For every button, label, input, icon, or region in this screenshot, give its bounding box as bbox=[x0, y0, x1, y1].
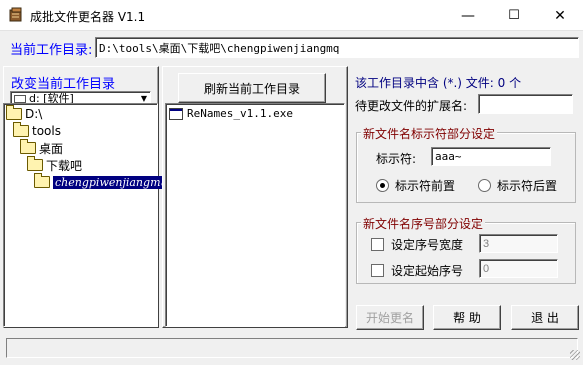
minimize-button[interactable]: — bbox=[445, 0, 491, 31]
close-button[interactable]: ✕ bbox=[537, 0, 583, 31]
tree-item[interactable]: 下载吧 bbox=[27, 156, 83, 173]
seq-start-option[interactable]: 设定起始序号 bbox=[371, 262, 463, 279]
seq-start-input[interactable] bbox=[479, 259, 558, 278]
file-count-label: 该工作目录中含 (*.) 文件: 0 个 bbox=[355, 76, 522, 90]
radio-front-label: 标示符前置 bbox=[395, 179, 456, 193]
maximize-button[interactable]: ☐ bbox=[491, 0, 537, 31]
tree-item[interactable]: tools bbox=[13, 122, 61, 139]
tree-item[interactable]: 桌面 bbox=[20, 139, 64, 156]
radio-front-button[interactable] bbox=[376, 179, 389, 192]
radio-front[interactable]: 标示符前置 bbox=[376, 177, 455, 194]
ext-label: 待更改文件的扩展名: bbox=[355, 99, 468, 113]
folder-icon bbox=[27, 156, 43, 171]
dir-tree[interactable]: D:\ tools 桌面下载吧 chengpiwenjiangmq bbox=[3, 103, 170, 327]
folder-icon bbox=[20, 139, 36, 154]
seq-group-title: 新文件名序号部分设定 bbox=[361, 215, 486, 232]
file-list[interactable]: ReNames_v1.1.exe bbox=[165, 103, 345, 327]
seq-width-label: 设定序号宽度 bbox=[391, 238, 464, 252]
current-dir-label: 当前工作目录: bbox=[10, 43, 93, 58]
marker-group-title: 新文件名标示符部分设定 bbox=[361, 125, 498, 142]
marker-label: 标示符: bbox=[376, 152, 417, 166]
tree-item-label: 下载吧 bbox=[46, 158, 83, 173]
folder-icon bbox=[13, 122, 29, 137]
seq-start-checkbox[interactable] bbox=[371, 264, 384, 277]
app-icon bbox=[9, 7, 22, 22]
refresh-dir-button[interactable]: 刷新当前工作目录 bbox=[178, 73, 326, 103]
file-item-label: ReNames_v1.1.exe bbox=[187, 107, 293, 120]
marker-input[interactable] bbox=[431, 147, 551, 166]
ext-input[interactable] bbox=[478, 94, 573, 114]
tree-item-label: 桌面 bbox=[39, 141, 64, 156]
file-item[interactable]: ReNames_v1.1.exe bbox=[169, 106, 293, 121]
seq-width-input[interactable] bbox=[479, 234, 558, 253]
exit-button[interactable]: 退 出 bbox=[511, 305, 579, 330]
tree-item[interactable]: D:\ bbox=[6, 105, 43, 122]
start-rename-button[interactable]: 开始更名 bbox=[356, 305, 424, 330]
tree-item-label: tools bbox=[32, 124, 61, 138]
help-button[interactable]: 帮 助 bbox=[433, 305, 501, 330]
current-dir-field[interactable]: D:\tools\桌面\下载吧\chengpiwenjiangmq bbox=[95, 37, 579, 58]
seq-start-label: 设定起始序号 bbox=[391, 264, 464, 278]
file-icon bbox=[169, 107, 183, 120]
drive-icon bbox=[14, 95, 26, 103]
folder-icon bbox=[34, 173, 50, 188]
change-dir-label: 改变当前工作目录 bbox=[11, 77, 116, 92]
seq-width-checkbox[interactable] bbox=[371, 238, 384, 251]
title-bar: 成批文件更名器 V1.1 — ☐ ✕ bbox=[0, 0, 583, 31]
resize-grip-icon[interactable] bbox=[570, 350, 580, 360]
tree-item-label: chengpiwenjiangmq bbox=[53, 175, 170, 189]
tree-item-label: D:\ bbox=[25, 107, 43, 121]
window-title: 成批文件更名器 V1.1 bbox=[30, 10, 146, 24]
status-bar bbox=[6, 338, 578, 358]
seq-width-option[interactable]: 设定序号宽度 bbox=[371, 236, 463, 253]
folder-icon bbox=[6, 105, 22, 120]
tree-item[interactable]: chengpiwenjiangmq bbox=[34, 173, 170, 190]
radio-back-label: 标示符后置 bbox=[497, 179, 558, 193]
radio-back[interactable]: 标示符后置 bbox=[478, 177, 557, 194]
radio-back-button[interactable] bbox=[478, 179, 491, 192]
